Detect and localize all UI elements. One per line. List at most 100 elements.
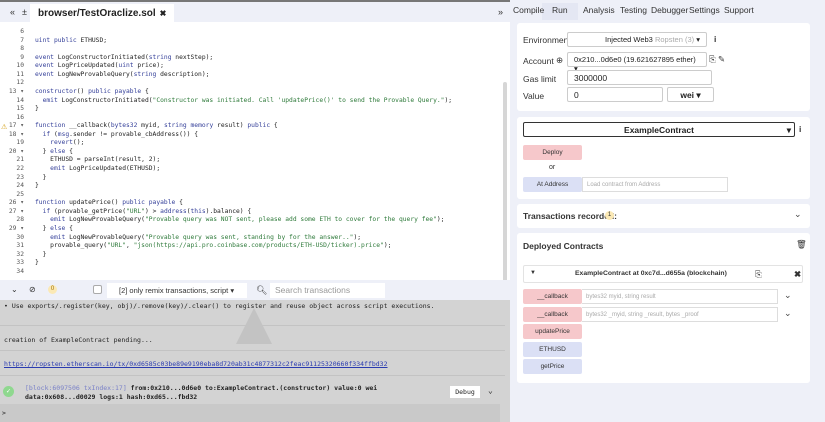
contract-instance-header[interactable]: ▼ ExampleContract at 0xc7d...d655a (bloc… bbox=[523, 265, 803, 283]
code-line: } bbox=[35, 259, 39, 267]
code-line: if (msg.sender != provable_cbAddress()) … bbox=[42, 130, 199, 138]
instance-title: ExampleContract at 0xc7d...d655a (blockc… bbox=[575, 270, 727, 277]
search-input[interactable]: Search transactions bbox=[270, 283, 385, 298]
code-line: } bbox=[35, 105, 39, 113]
line-number: 32 bbox=[16, 250, 24, 258]
tab-testing[interactable]: Testing bbox=[620, 5, 647, 15]
line-number: 25 bbox=[16, 190, 24, 198]
transactions-recorded-section[interactable]: Transactions recorded: 1 ⌄ bbox=[517, 204, 810, 228]
unit-value: wei bbox=[680, 90, 695, 100]
code-line: function updatePrice() public payable { bbox=[35, 199, 183, 207]
add-account-icon[interactable]: ⊕ bbox=[556, 55, 563, 66]
gas-limit-input[interactable]: 3000000 bbox=[567, 70, 712, 85]
line-number: 7 bbox=[20, 36, 24, 44]
file-tab[interactable]: browser/TestOraclize.sol ✖ bbox=[30, 4, 175, 24]
line-number: 11 bbox=[16, 70, 24, 78]
ethereum-logo-icon bbox=[236, 308, 272, 344]
environment-section: Environment Injected Web3 Ropsten (3) ▾ … bbox=[517, 23, 810, 111]
console-input[interactable]: > bbox=[0, 404, 500, 422]
code-line: uint public ETHUSD; bbox=[35, 36, 108, 44]
chevron-down-icon[interactable]: ⌄ bbox=[784, 308, 792, 319]
chevron-down-icon[interactable]: ⌄ bbox=[784, 290, 792, 301]
copy-icon[interactable]: ⎘ bbox=[709, 54, 716, 65]
terminal-hint: • Use exports/.register(key, obj)/.remov… bbox=[4, 302, 435, 310]
tab-debugger[interactable]: Debugger bbox=[651, 5, 688, 15]
collapse-left-icon[interactable]: « bbox=[10, 7, 15, 17]
line-number: 16 bbox=[16, 113, 24, 121]
function-params-input[interactable]: bytes32 myid, string result bbox=[582, 289, 778, 304]
line-number: 14 bbox=[16, 96, 24, 104]
etherscan-link[interactable]: https://ropsten.etherscan.io/tx/0xd6585c… bbox=[4, 360, 388, 368]
caret-down-icon[interactable]: ▼ bbox=[530, 270, 536, 276]
account-select[interactable]: 0x210...0d6e0 (19.621627895 ether) ▾ bbox=[567, 52, 707, 73]
line-number: 20 ▾ bbox=[8, 147, 24, 155]
minimize-terminal-icon[interactable]: ⌄ bbox=[11, 285, 18, 294]
trash-icon[interactable]: 🗑︎ bbox=[796, 239, 807, 250]
close-icon[interactable]: ✖ bbox=[160, 9, 167, 18]
tab-run[interactable]: Run bbox=[552, 5, 568, 15]
value-input[interactable]: 0 bbox=[567, 87, 663, 102]
contract-select[interactable]: ExampleContract ▾ bbox=[523, 122, 795, 137]
debug-button[interactable]: Debug bbox=[450, 386, 480, 398]
tab-settings[interactable]: Settings bbox=[689, 5, 720, 15]
transaction-filter-select[interactable]: [2] only remix transactions, script ▾ bbox=[107, 283, 247, 298]
line-number: 34 bbox=[16, 267, 24, 275]
tab-analysis[interactable]: Analysis bbox=[583, 5, 615, 15]
line-numbers: 6 7 8 9 10 11 12 13 ▾ 14 15 16 17 ▾ 18 ▾ 19 20 ▾ 21 22 23… bbox=[0, 28, 24, 276]
function-button-getprice[interactable]: getPrice bbox=[523, 359, 582, 374]
code-line: event LogNewProvableQuery(string descrip… bbox=[35, 70, 210, 78]
zoom-icon[interactable]: ± bbox=[22, 7, 27, 17]
function-button-updateprice[interactable]: updatePrice bbox=[523, 324, 582, 339]
pending-tx-count: 0 bbox=[48, 285, 57, 294]
tx-block: [block:6097506 txIndex:17] bbox=[25, 384, 127, 392]
function-params-input[interactable]: bytes32 _myid, string _result, bytes _pr… bbox=[582, 307, 778, 322]
function-button-ethusd[interactable]: ETHUSD bbox=[523, 342, 582, 357]
at-address-button[interactable]: At Address bbox=[523, 177, 582, 192]
run-panel: Compile Run Analysis Testing Debugger Se… bbox=[510, 0, 825, 422]
close-icon[interactable]: ✖ bbox=[794, 269, 801, 280]
code-line: emit LogConstructorInitiated("Constructo… bbox=[42, 96, 453, 104]
address-input[interactable]: Load contract from Address bbox=[582, 177, 728, 192]
tab-compile[interactable]: Compile bbox=[513, 5, 544, 15]
code-editor[interactable]: ⚠ 6 7 8 9 10 11 12 13 ▾ 14 15 16 17 ▾ 18 ▾ 19 20 ▾ 21 22… bbox=[0, 22, 510, 299]
divider bbox=[0, 375, 505, 376]
chevron-down-icon[interactable]: ⌄ bbox=[794, 209, 802, 220]
line-number: 29 ▾ bbox=[8, 224, 24, 232]
collapse-right-icon[interactable]: » bbox=[498, 7, 503, 17]
tab-support[interactable]: Support bbox=[724, 5, 754, 15]
listen-network-checkbox[interactable] bbox=[93, 285, 102, 294]
function-button-callback-2[interactable]: __callback bbox=[523, 307, 582, 322]
value-unit-select[interactable]: wei ▾ bbox=[667, 87, 714, 102]
line-number: 17 ▾ bbox=[8, 122, 24, 130]
code-line: revert(); bbox=[50, 139, 85, 147]
edit-icon[interactable]: ✎ bbox=[718, 54, 725, 65]
account-value: 0x210...0d6e0 (19.621627895 ether) bbox=[574, 55, 696, 64]
divider bbox=[0, 350, 505, 351]
tx-details-2: data:0x608...d0029 logs:1 hash:0xd65...f… bbox=[25, 393, 198, 401]
code-line: function __callback(bytes32 myid, string… bbox=[35, 122, 278, 130]
tx-details: from:0x210...0d6e0 to:ExampleContract.(c… bbox=[126, 384, 378, 392]
code-line: if (provable_getPrice("URL") > address(t… bbox=[42, 207, 252, 215]
editor-scrollbar[interactable] bbox=[503, 82, 507, 292]
code-line: emit LogNewProvableQuery("Provable query… bbox=[50, 233, 362, 241]
line-number: 15 bbox=[16, 105, 24, 113]
expand-tx-icon[interactable]: ⌄ bbox=[488, 386, 493, 395]
info-icon[interactable]: i bbox=[799, 124, 801, 134]
function-button-callback[interactable]: __callback bbox=[523, 289, 582, 304]
line-number: 10 bbox=[16, 62, 24, 70]
code-line: constructor() public payable { bbox=[35, 87, 149, 95]
code-lines: uint public ETHUSD; event LogConstructorI… bbox=[35, 28, 500, 276]
line-number: 12 bbox=[16, 79, 24, 87]
line-number: 9 bbox=[20, 53, 24, 61]
deploy-button[interactable]: Deploy bbox=[523, 145, 582, 160]
chevron-down-icon: ▾ bbox=[230, 286, 235, 295]
copy-icon[interactable]: ⎘ bbox=[755, 269, 762, 280]
info-icon[interactable]: i bbox=[714, 34, 716, 44]
search-icon: 🔍︎ bbox=[256, 285, 268, 295]
clear-console-icon[interactable]: ⊘ bbox=[29, 285, 36, 294]
terminal-output: • Use exports/.register(key, obj)/.remov… bbox=[0, 300, 510, 422]
environment-select[interactable]: Injected Web3 Ropsten (3) ▾ bbox=[567, 32, 707, 47]
environment-label: Environment bbox=[523, 35, 571, 45]
line-number: 30 bbox=[16, 233, 24, 241]
